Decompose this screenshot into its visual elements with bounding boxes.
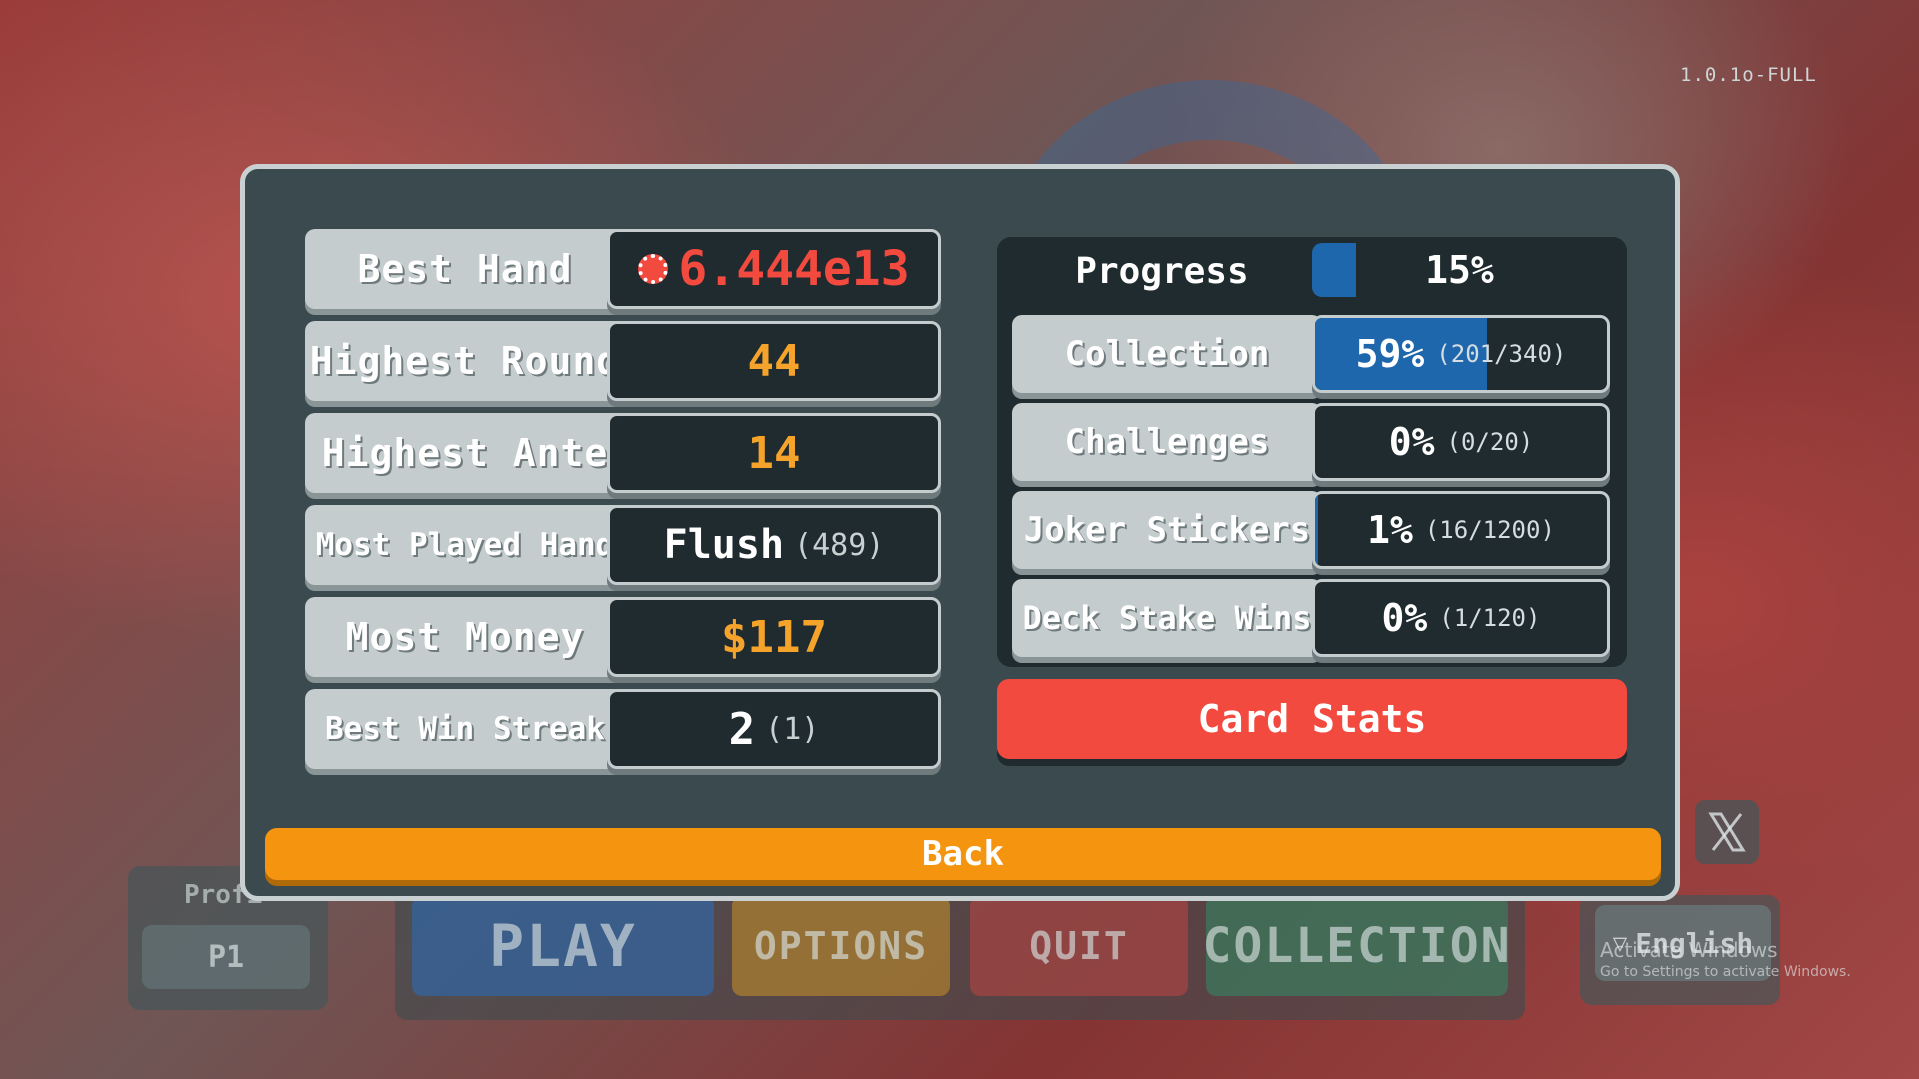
card-stats-button[interactable]: Card Stats bbox=[997, 679, 1627, 759]
chip-icon bbox=[638, 254, 669, 284]
overall-progress-text: 15% bbox=[1312, 243, 1607, 297]
x-social-button[interactable] bbox=[1695, 800, 1759, 864]
stat-value: 44 bbox=[607, 321, 941, 401]
progress-row-label: Challenges bbox=[1012, 403, 1322, 481]
stat-label: Highest Round bbox=[305, 321, 625, 401]
progress-row-value: 0% bbox=[1388, 420, 1435, 464]
overall-progress-bar: 15% bbox=[1312, 243, 1607, 297]
profile-button[interactable]: P1 bbox=[142, 925, 310, 989]
stat-value: $117 bbox=[607, 597, 941, 677]
stat-label: Most Money bbox=[305, 597, 625, 677]
best-hand-value: 6.444e13 bbox=[678, 241, 910, 297]
progress-row-count: (1/120) bbox=[1439, 604, 1541, 632]
back-button[interactable]: Back bbox=[265, 828, 1661, 880]
stat-row-highest-ante: Highest Ante 14 bbox=[305, 413, 945, 493]
progress-row-text: 0% (1/120) bbox=[1315, 582, 1607, 654]
progress-row-bar: 0% (0/20) bbox=[1312, 403, 1610, 481]
profile-stats-panel: Best Hand 6.444e13 Highest Round 44 High… bbox=[240, 164, 1680, 901]
stat-row-best-win-streak: Best Win Streak 2 (1) bbox=[305, 689, 945, 769]
progress-row-bar: 59% (201/340) bbox=[1312, 315, 1610, 393]
collection-button[interactable]: COLLECTION bbox=[1203, 896, 1510, 996]
progress-row-text: 1% (16/1200) bbox=[1315, 494, 1607, 566]
progress-row-count: (16/1200) bbox=[1424, 516, 1555, 544]
progress-panel: Progress 15% Collection 59% (201/340) Ch… bbox=[997, 237, 1627, 667]
stat-label: Best Hand bbox=[305, 229, 625, 309]
progress-row-joker-stickers: Joker Stickers 1% (16/1200) bbox=[1012, 491, 1610, 569]
progress-row-collection: Collection 59% (201/340) bbox=[1012, 315, 1610, 393]
progress-title: Progress bbox=[1075, 250, 1249, 292]
overall-progress-value: 15% bbox=[1425, 248, 1494, 292]
options-button[interactable]: OPTIONS bbox=[732, 896, 950, 996]
progress-row-challenges: Challenges 0% (0/20) bbox=[1012, 403, 1610, 481]
stat-row-most-money: Most Money $117 bbox=[305, 597, 945, 677]
progress-row-value: 0% bbox=[1381, 596, 1428, 640]
most-played-hand-count: (489) bbox=[794, 527, 885, 563]
stat-label: Best Win Streak bbox=[305, 689, 625, 769]
watermark-line1: Activate Windows bbox=[1600, 938, 1778, 962]
progress-row-value: 59% bbox=[1355, 332, 1425, 376]
progress-row-label: Collection bbox=[1012, 315, 1322, 393]
best-win-streak-current: (1) bbox=[765, 711, 820, 747]
windows-activation-watermark: Activate Windows Go to Settings to activ… bbox=[1600, 938, 1851, 980]
most-played-hand-value: Flush bbox=[663, 522, 785, 568]
most-money-value: $117 bbox=[721, 611, 827, 663]
stat-row-highest-round: Highest Round 44 bbox=[305, 321, 945, 401]
progress-row-value: 1% bbox=[1367, 508, 1413, 552]
stat-row-best-hand: Best Hand 6.444e13 bbox=[305, 229, 945, 309]
stat-row-most-played-hand: Most Played Hand Flush (489) bbox=[305, 505, 945, 585]
quit-button[interactable]: QUIT bbox=[970, 896, 1188, 996]
progress-row-label: Deck Stake Wins bbox=[1012, 579, 1322, 657]
play-button[interactable]: PLAY bbox=[412, 896, 714, 996]
progress-row-label: Joker Stickers bbox=[1012, 491, 1322, 569]
version-label: 1.0.1o-FULL bbox=[1680, 64, 1817, 86]
progress-row-text: 59% (201/340) bbox=[1315, 318, 1607, 390]
stat-label: Most Played Hand bbox=[305, 505, 625, 585]
progress-row-count: (0/20) bbox=[1446, 428, 1534, 456]
progress-row-deck-stake-wins: Deck Stake Wins 0% (1/120) bbox=[1012, 579, 1610, 657]
best-win-streak-value: 2 bbox=[728, 703, 756, 755]
progress-row-bar: 1% (16/1200) bbox=[1312, 491, 1610, 569]
watermark-line2: Go to Settings to activate Windows. bbox=[1600, 964, 1851, 980]
progress-row-text: 0% (0/20) bbox=[1315, 406, 1607, 478]
highest-round-value: 44 bbox=[747, 335, 801, 387]
stat-value: 2 (1) bbox=[607, 689, 941, 769]
stat-value: Flush (489) bbox=[607, 505, 941, 585]
stat-value: 6.444e13 bbox=[607, 229, 941, 309]
x-logo-icon bbox=[1708, 812, 1746, 852]
progress-row-bar: 0% (1/120) bbox=[1312, 579, 1610, 657]
highest-ante-value: 14 bbox=[747, 427, 801, 479]
stat-value: 14 bbox=[607, 413, 941, 493]
progress-row-count: (201/340) bbox=[1436, 340, 1567, 368]
stat-label: Highest Ante bbox=[305, 413, 625, 493]
